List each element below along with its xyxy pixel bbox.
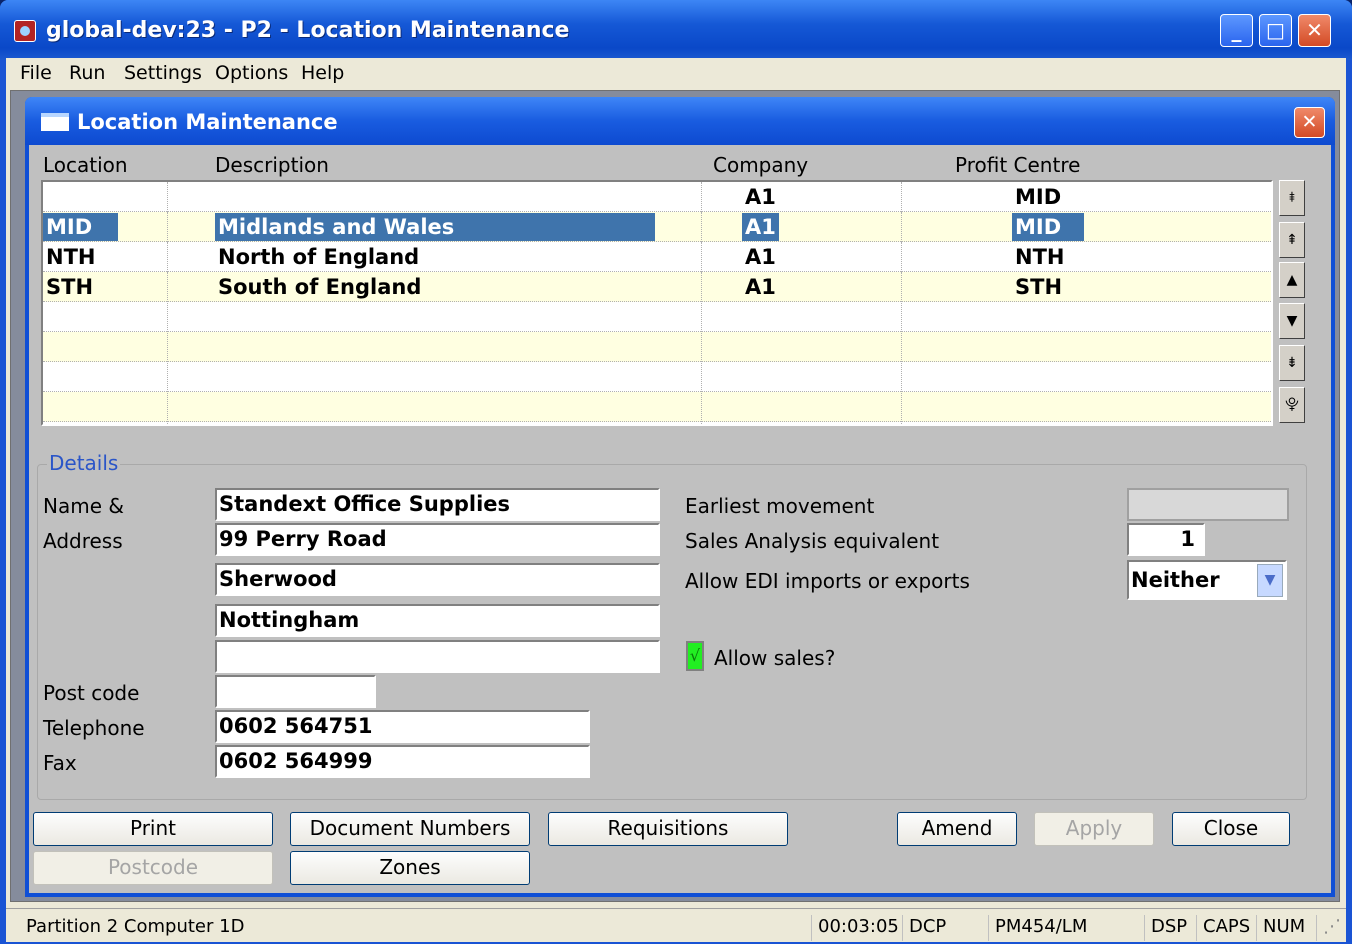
menu-run[interactable]: Run — [69, 62, 105, 84]
status-time: 00:03:05 — [811, 915, 899, 941]
cell-description: Midlands and Wales — [168, 212, 702, 242]
cell-location: MID — [43, 212, 168, 242]
cell-description — [168, 182, 702, 212]
table-row-selected[interactable]: MID Midlands and Wales A1 MID — [43, 212, 1271, 242]
status-bar: Partition 2 Computer 1D 00:03:05 DCP PM4… — [6, 908, 1346, 942]
earliest-movement-label: Earliest movement — [685, 494, 875, 518]
dialog-panel: Location Description Company Profit Cent… — [29, 145, 1331, 893]
scroll-down-button[interactable]: ▼ — [1279, 303, 1305, 339]
edi-label: Allow EDI imports or exports — [685, 569, 970, 593]
locations-grid[interactable]: A1 MID MID Midlands and Wales A1 MID NTH… — [41, 180, 1273, 426]
mdi-workspace: Location Maintenance ✕ Location Descript… — [10, 90, 1340, 902]
column-divider — [701, 182, 702, 424]
menu-options[interactable]: Options — [215, 62, 288, 84]
cell-profit-centre: NTH — [1015, 245, 1065, 269]
maximize-button[interactable]: □ — [1259, 14, 1292, 47]
window-icon — [41, 113, 69, 131]
header-location[interactable]: Location — [43, 153, 128, 177]
location-maintenance-dialog: Location Maintenance ✕ Location Descript… — [25, 97, 1335, 897]
edi-select[interactable]: Neither ▼ — [1127, 560, 1287, 600]
postcode-field[interactable] — [215, 675, 376, 708]
cell-company: A1 — [702, 272, 902, 302]
sales-analysis-field[interactable]: 1 — [1127, 523, 1205, 556]
table-row[interactable]: NTH North of England A1 NTH — [43, 242, 1271, 272]
column-divider — [901, 182, 902, 424]
menu-file[interactable]: File — [20, 62, 52, 84]
cell-description: South of England — [168, 272, 702, 302]
close-button[interactable]: Close — [1172, 812, 1290, 846]
header-profit-centre[interactable]: Profit Centre — [955, 153, 1080, 177]
fax-field[interactable]: 0602 564999 — [215, 745, 590, 778]
menu-settings[interactable]: Settings — [124, 62, 202, 84]
address-line4-field[interactable] — [215, 640, 660, 673]
edi-select-value: Neither — [1131, 568, 1220, 592]
resize-grip-icon[interactable]: ⋰ — [1316, 915, 1341, 941]
cell-profit-centre: STH — [1015, 275, 1063, 299]
page-up-button[interactable]: ⇞ — [1279, 222, 1305, 258]
column-divider — [167, 182, 168, 424]
cell-description: North of England — [168, 242, 702, 272]
earliest-movement-field — [1127, 488, 1289, 521]
details-legend: Details — [47, 451, 121, 475]
dialog-title-bar[interactable]: Location Maintenance ✕ — [25, 97, 1335, 145]
amend-button[interactable]: Amend — [897, 812, 1017, 846]
table-row-empty[interactable] — [43, 332, 1271, 362]
cell-company: A1 — [702, 242, 902, 272]
status-num: NUM — [1256, 915, 1305, 941]
sales-analysis-label: Sales Analysis equivalent — [685, 529, 940, 553]
header-company[interactable]: Company — [713, 153, 808, 177]
scroll-bottom-button[interactable]: ⯓ — [1279, 387, 1305, 423]
menu-bar: File Run Settings Options Help — [6, 58, 1346, 88]
allow-sales-checkbox[interactable]: √ — [686, 641, 704, 671]
close-dialog-button[interactable]: ✕ — [1294, 107, 1325, 138]
name-field[interactable]: Standext Office Supplies — [215, 488, 660, 521]
status-partition: Partition 2 Computer 1D — [26, 916, 245, 937]
window-title: global-dev:23 - P2 - Location Maintenanc… — [46, 18, 570, 43]
cell-profit-centre: MID — [902, 212, 1271, 242]
table-row-empty[interactable] — [43, 302, 1271, 332]
address-label: Address — [43, 529, 123, 553]
scroll-up-button[interactable]: ▲ — [1279, 262, 1305, 298]
page-down-button[interactable]: ⇟ — [1279, 345, 1305, 381]
requisitions-button[interactable]: Requisitions — [548, 812, 788, 846]
apply-button: Apply — [1034, 812, 1154, 846]
status-caps: CAPS — [1196, 915, 1250, 941]
fax-label: Fax — [43, 751, 77, 775]
address-line1-field[interactable]: 99 Perry Road — [215, 523, 660, 556]
telephone-label: Telephone — [43, 716, 145, 740]
status-program: PM454/LM — [988, 915, 1087, 941]
table-row-empty[interactable] — [43, 392, 1271, 422]
cell-company: A1 — [702, 212, 902, 242]
menu-help[interactable]: Help — [301, 62, 344, 84]
cell-profit-centre: MID — [1015, 185, 1062, 209]
postcode-button: Postcode — [33, 851, 273, 885]
allow-sales-label: Allow sales? — [714, 646, 836, 670]
title-bar[interactable]: global-dev:23 - P2 - Location Maintenanc… — [0, 0, 1352, 60]
chevron-down-icon[interactable]: ▼ — [1257, 564, 1283, 597]
table-row[interactable]: STH South of England A1 STH — [43, 272, 1271, 302]
cell-company: A1 — [702, 182, 902, 212]
postcode-label: Post code — [43, 681, 140, 705]
telephone-field[interactable]: 0602 564751 — [215, 710, 590, 743]
scroll-top-button[interactable]: ⯒ — [1279, 180, 1305, 216]
document-numbers-button[interactable]: Document Numbers — [290, 812, 530, 846]
cell-location — [43, 182, 168, 212]
dialog-title: Location Maintenance — [77, 110, 338, 134]
address-line3-field[interactable]: Nottingham — [215, 604, 660, 637]
status-dcp: DCP — [902, 915, 946, 941]
table-row[interactable]: A1 MID — [43, 182, 1271, 212]
client-area: File Run Settings Options Help Location … — [6, 58, 1346, 940]
print-button[interactable]: Print — [33, 812, 273, 846]
cell-location: STH — [43, 272, 168, 302]
app-icon[interactable] — [14, 20, 36, 42]
header-description[interactable]: Description — [215, 153, 329, 177]
minimize-button[interactable]: _ — [1220, 14, 1253, 47]
zones-button[interactable]: Zones — [290, 851, 530, 885]
address-line2-field[interactable]: Sherwood — [215, 563, 660, 596]
table-row-empty[interactable] — [43, 362, 1271, 392]
name-label: Name & — [43, 494, 124, 518]
close-window-button[interactable]: ✕ — [1298, 14, 1331, 47]
cell-location: NTH — [43, 242, 168, 272]
status-dsp: DSP — [1144, 915, 1187, 941]
